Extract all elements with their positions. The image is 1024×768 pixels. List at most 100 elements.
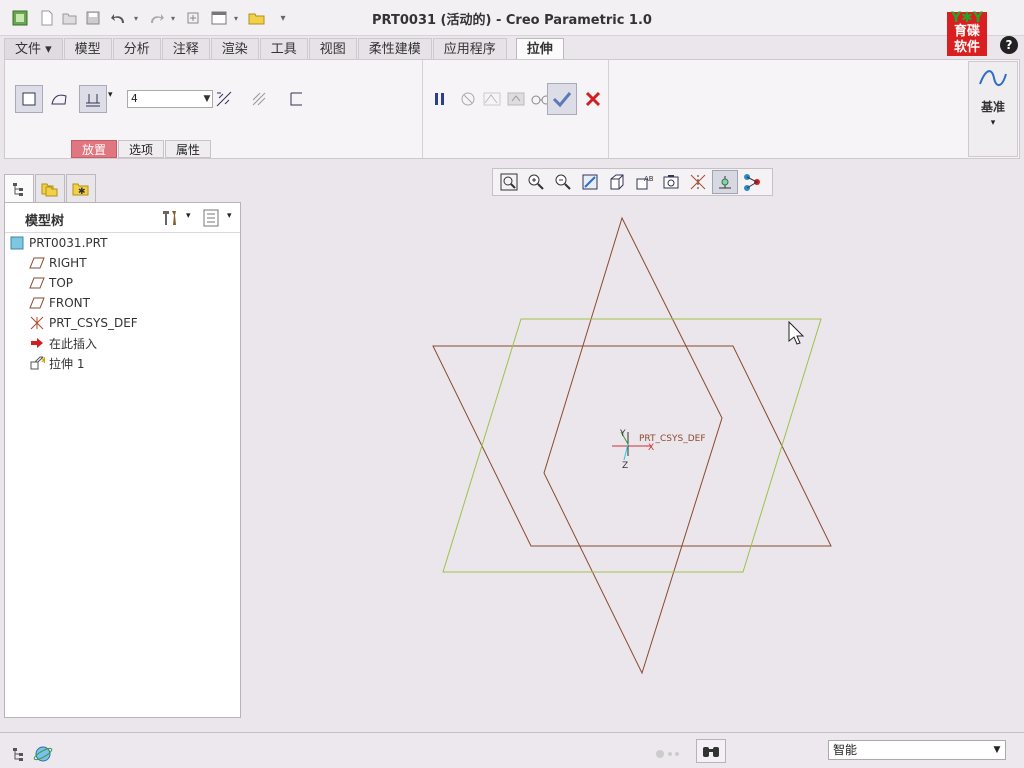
tree-item-top-plane[interactable]: TOP [29,274,73,292]
spin-center-icon[interactable] [712,170,738,194]
logo-line-2: 软件 [953,40,980,55]
display-style-icon[interactable] [604,170,630,194]
tree-settings-dropdown-icon[interactable]: ▾ [186,211,191,221]
subtab-placement[interactable]: 放置 [71,140,118,158]
tree-item-label: PRT0031.PRT [29,236,108,250]
cancel-x-button[interactable] [579,85,607,113]
selection-filter-dropdown-icon[interactable]: ▼ [990,741,1004,759]
zoom-out-icon[interactable] [550,170,576,194]
leaf-icon: Y✱Y [950,10,983,26]
view-manager-icon[interactable] [658,170,684,194]
csys-triad[interactable]: PRT_CSYS_DEF Y X Z [612,429,706,471]
datum-curve-icon [978,66,1008,95]
ribbon-separator [422,60,423,158]
extrude-feature-icon: ✱ [29,355,45,371]
tree-item-label: RIGHT [49,256,87,270]
tab-annotate[interactable]: 注释 [161,38,210,60]
subtab-options[interactable]: 选项 [118,140,165,158]
verify-mode-button[interactable] [504,85,528,113]
tree-item-front-plane[interactable]: FRONT [29,294,90,312]
thicken-sketch-button[interactable] [282,85,310,113]
ribbon-separator [608,60,609,158]
find-binoculars-icon[interactable] [696,739,726,763]
axis-x-label: X [648,443,654,453]
axis-y-label: Y [619,429,626,439]
tab-flexible-modeling[interactable]: 柔性建模 [357,38,432,60]
toggle-browser-icon[interactable] [32,743,54,765]
refit-icon[interactable] [496,170,522,194]
graphics-toolbar: AB [492,168,773,196]
datum-label: 基准 [980,100,1005,114]
tab-analysis[interactable]: 分析 [112,38,161,60]
title-bar: ▾ ▾ ▾ ▾ PRT0031 (活动的) - Creo Parametric … [0,0,1024,36]
datum-plane-icon [29,255,45,271]
datum-group-button[interactable]: 基准 ▾ [968,61,1018,157]
datum-plane-icon [29,275,45,291]
model-tree-panel: 模型树 ▾ ▾ PRT0031.PRT RIGHT TOP FRONT PRT_… [4,202,241,718]
tree-show-dropdown-icon[interactable]: ▾ [227,211,232,221]
graphics-window[interactable]: PRT_CSYS_DEF Y X Z [244,200,1020,728]
tree-item-label: 在此插入 [49,336,98,351]
svg-text:✱: ✱ [78,187,86,197]
depth-blind-button[interactable] [79,85,107,113]
brand-logo: Y✱Y 育碟 软件 [947,10,987,56]
ribbon-tabs: 文件 ▾ 模型 分析 注释 渲染 工具 视图 柔性建模 应用程序 拉伸 [0,38,565,60]
tree-show-icon[interactable] [203,209,219,230]
extrude-dashboard: ▾ 4 ▼ 放置 选项 属性 [4,59,1020,159]
model-tree-tab-icon[interactable] [4,174,34,202]
flip-direction-button[interactable] [210,85,238,113]
regen-status-icon [654,743,684,765]
extrude-solid-button[interactable] [15,85,43,113]
csys-icon [29,315,45,331]
tab-tools[interactable]: 工具 [259,38,308,60]
datum-plane-icon [29,295,45,311]
folder-browser-tab-icon[interactable] [35,174,65,202]
favorites-tab-icon[interactable]: ✱ [66,174,96,202]
tree-item-csys[interactable]: PRT_CSYS_DEF [29,314,138,332]
tab-extrude[interactable]: 拉伸 [515,38,564,60]
toggle-navigator-icon[interactable] [8,743,30,765]
datum-dropdown-icon: ▾ [990,118,996,128]
check-model-button[interactable] [480,85,504,113]
tree-settings-icon[interactable] [160,209,180,230]
axis-z-label: Z [622,461,628,471]
tab-view[interactable]: 视图 [308,38,357,60]
apply-ok-button[interactable] [547,83,577,115]
model-tree-header: 模型树 ▾ ▾ [5,203,240,233]
datum-display-filter-icon[interactable] [685,170,711,194]
tree-item-insert-here[interactable]: 在此插入 [29,334,97,352]
svg-text:AB: AB [644,175,653,183]
window-title: PRT0031 (活动的) - Creo Parametric 1.0 [372,13,652,28]
tree-item-extrude[interactable]: ✱ 拉伸 1 [29,354,84,372]
tab-model[interactable]: 模型 [63,38,112,60]
insert-arrow-icon [29,335,45,351]
tab-applications[interactable]: 应用程序 [432,38,507,60]
subtab-properties[interactable]: 属性 [165,140,212,158]
selection-filter-select[interactable]: 智能 [828,740,1006,760]
mouse-cursor-icon [788,320,805,345]
tree-item-right-plane[interactable]: RIGHT [29,254,87,272]
tree-item-part[interactable]: PRT0031.PRT [9,234,107,252]
part-icon [9,235,25,251]
help-icon[interactable]: ? [1000,36,1018,54]
remove-material-button[interactable] [245,85,273,113]
repaint-icon[interactable] [577,170,603,194]
tree-item-label: 拉伸 1 [49,356,85,371]
tab-render[interactable]: 渲染 [210,38,259,60]
pause-button[interactable] [426,85,454,113]
no-preview-button[interactable] [456,85,480,113]
model-tree-title: 模型树 [25,214,65,229]
zoom-in-icon[interactable] [523,170,549,194]
extrude-surface-button[interactable] [45,85,73,113]
annotation-display-icon[interactable] [739,170,765,194]
saved-views-icon[interactable]: AB [631,170,657,194]
logo-line-1: 育碟 [953,24,980,39]
navigator-tabs: ✱ [4,174,97,202]
depth-options-dropdown-icon[interactable]: ▾ [108,90,113,100]
extrude-subtabs: 放置 选项 属性 [71,140,212,158]
tree-item-label: FRONT [49,296,90,310]
tab-file[interactable]: 文件 ▾ [4,38,63,60]
tree-item-label: TOP [49,276,74,290]
tree-item-label: PRT_CSYS_DEF [49,316,138,330]
svg-text:✱: ✱ [41,356,45,365]
